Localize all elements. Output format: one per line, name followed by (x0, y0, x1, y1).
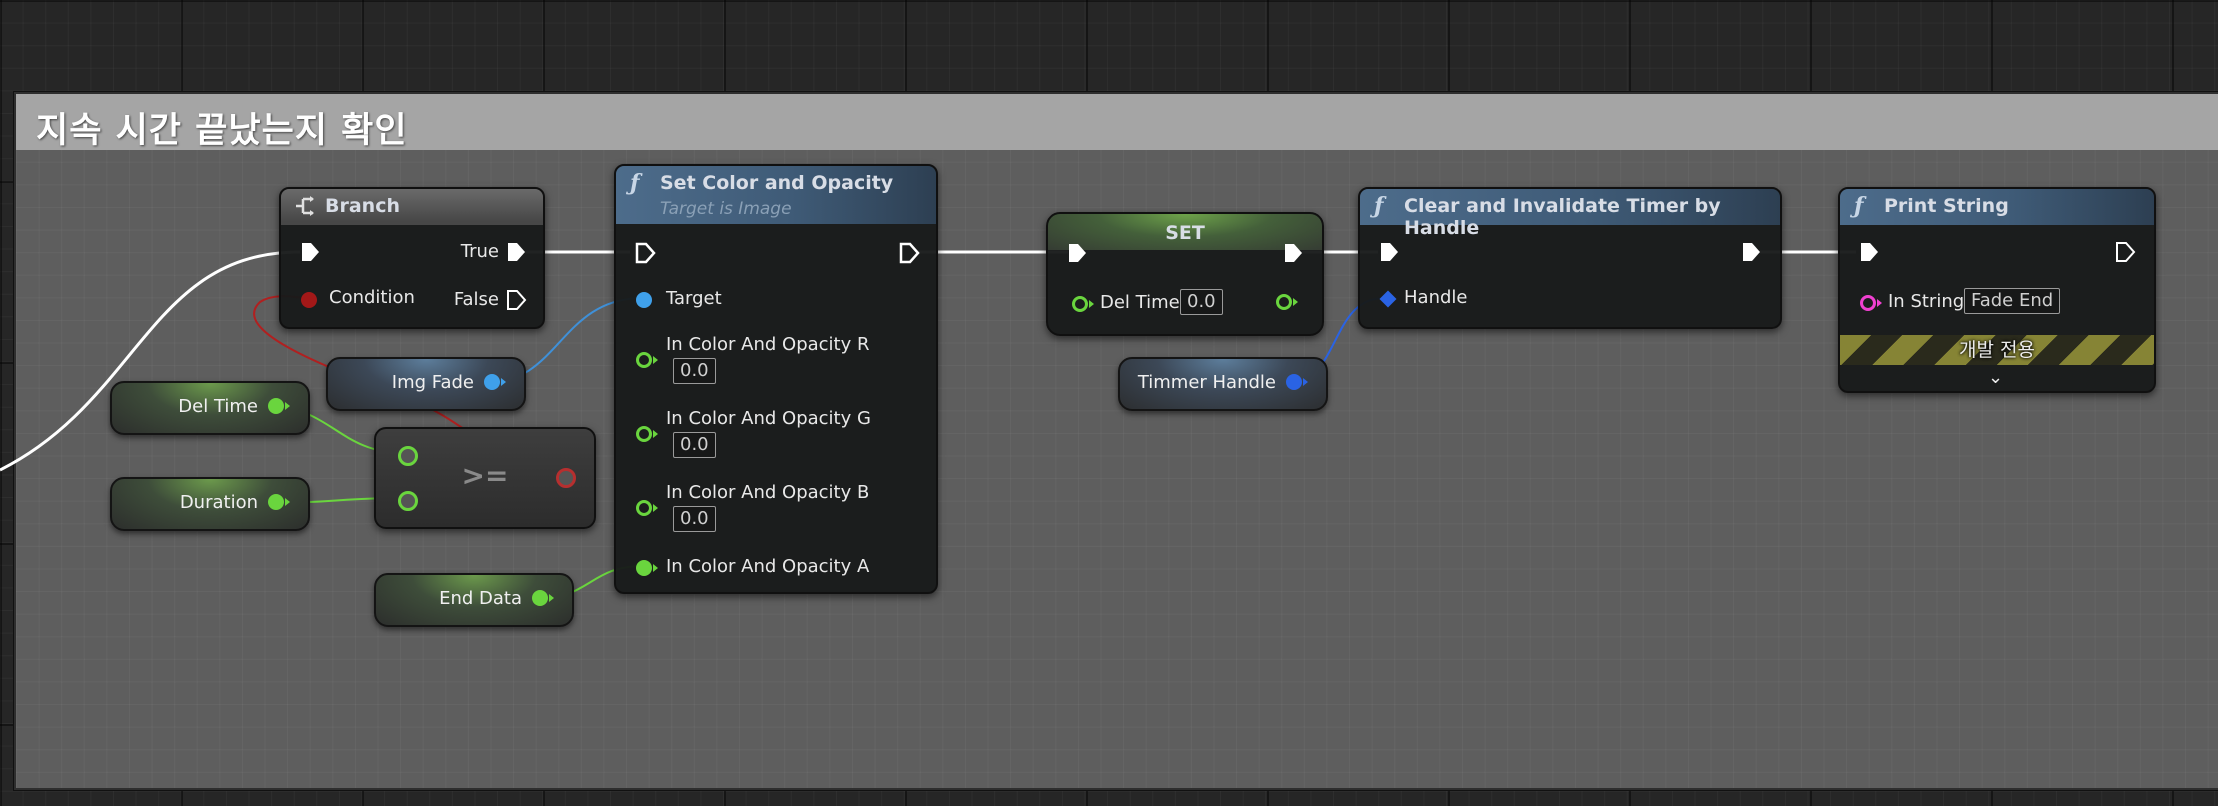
compare-node[interactable]: >= (374, 427, 596, 529)
duration-pin[interactable] (268, 494, 284, 510)
color-b-value[interactable]: 0.0 (673, 506, 716, 532)
set-header[interactable]: SET (1048, 214, 1322, 250)
expand-chevron-icon[interactable]: ⌄ (1988, 367, 2003, 388)
duration-node[interactable]: Duration (110, 477, 310, 531)
exec-in-pin[interactable] (1066, 242, 1088, 264)
function-icon: ƒ (1854, 193, 1864, 219)
timer-handle-label: Timmer Handle (1137, 372, 1276, 393)
color-r-pin[interactable] (636, 352, 652, 368)
color-g-label: In Color And Opacity G (666, 408, 871, 429)
end-data-pin[interactable] (532, 590, 548, 606)
color-g-value[interactable]: 0.0 (673, 432, 716, 458)
end-data-arrow (549, 594, 554, 602)
exec-in-pin[interactable] (1858, 241, 1880, 263)
in-string-arrow (1877, 299, 1882, 307)
condition-label: Condition (329, 287, 415, 308)
del-time-node[interactable]: Del Time (110, 381, 310, 435)
color-r-value[interactable]: 0.0 (673, 358, 716, 384)
branch-header[interactable]: Branch (281, 189, 543, 225)
comment-title[interactable]: 지속 시간 끝났는지 확인 (36, 102, 408, 153)
branch-node[interactable]: Branch True Condition False (279, 187, 545, 329)
end-data-node[interactable]: End Data (374, 573, 574, 627)
set-color-title: Set Color and Opacity (660, 172, 894, 194)
exec-in-pin[interactable] (634, 242, 656, 264)
false-label: False (453, 289, 499, 310)
del-time-label: Del Time (178, 396, 258, 417)
color-a-pin-arrow (653, 564, 658, 572)
handle-label: Handle (1404, 287, 1468, 308)
in-string-value[interactable]: Fade End (1964, 288, 2061, 314)
img-fade-pin[interactable] (484, 374, 500, 390)
del-time-in-pin[interactable] (1072, 296, 1088, 312)
compare-b-pin[interactable] (398, 491, 418, 511)
color-b-pin-arrow (653, 504, 658, 512)
exec-out-pin[interactable] (2114, 241, 2136, 263)
set-color-header[interactable]: ƒ Set Color and Opacity Target is Image (616, 166, 936, 224)
timer-handle-arrow (1303, 378, 1308, 386)
img-fade-arrow (501, 378, 506, 386)
exec-in-pin[interactable] (299, 241, 321, 263)
condition-pin[interactable] (301, 292, 317, 308)
true-label: True (460, 241, 499, 262)
exec-in-pin[interactable] (1378, 241, 1400, 263)
function-icon: ƒ (630, 170, 640, 196)
del-time-out-arrow (1293, 298, 1298, 306)
timer-handle-node[interactable]: Timmer Handle (1118, 357, 1328, 411)
branch-title: Branch (325, 195, 400, 217)
print-string-header[interactable]: ƒ Print String (1840, 189, 2154, 225)
color-b-pin[interactable] (636, 500, 652, 516)
target-label: Target (666, 288, 722, 309)
branch-icon (296, 196, 314, 216)
clear-timer-header[interactable]: ƒ Clear and Invalidate Timer by Handle (1360, 189, 1780, 239)
exec-out-pin[interactable] (1282, 242, 1304, 264)
color-a-label: In Color And Opacity A (666, 556, 870, 577)
set-variable-node[interactable]: SET Del Time 0.0 (1046, 212, 1324, 336)
img-fade-label: Img Fade (391, 372, 474, 393)
clear-timer-node[interactable]: ƒ Clear and Invalidate Timer by Handle H… (1358, 187, 1782, 329)
duration-arrow (285, 498, 290, 506)
set-color-subtitle: Target is Image (660, 199, 792, 219)
exec-out-pin[interactable] (1740, 241, 1762, 263)
color-r-label: In Color And Opacity R (666, 334, 870, 355)
set-del-time-value[interactable]: 0.0 (1180, 289, 1223, 315)
del-time-arrow (285, 402, 290, 410)
color-g-pin-arrow (653, 430, 658, 438)
color-b-label: In Color And Opacity B (666, 482, 870, 503)
color-a-pin[interactable] (636, 560, 652, 576)
del-time-out-pin[interactable] (1276, 294, 1292, 310)
img-fade-node[interactable]: Img Fade (326, 357, 526, 411)
del-time-in-arrow (1089, 300, 1094, 308)
compare-out-pin[interactable] (556, 468, 576, 488)
function-icon: ƒ (1374, 193, 1384, 219)
development-only-label: 개발 전용 (1959, 339, 2035, 361)
exec-true-pin[interactable] (505, 241, 527, 263)
del-time-pin[interactable] (268, 398, 284, 414)
print-string-title: Print String (1884, 195, 2009, 217)
handle-pin[interactable] (1379, 290, 1397, 308)
end-data-label: End Data (439, 588, 522, 609)
exec-false-pin[interactable] (505, 289, 527, 311)
print-string-node[interactable]: ƒ Print String In String Fade End 개발 전용 … (1838, 187, 2156, 393)
clear-timer-title: Clear and Invalidate Timer by Handle (1404, 195, 1721, 239)
duration-label: Duration (179, 492, 258, 513)
set-del-time-label: Del Time (1100, 292, 1180, 313)
set-title: SET (1165, 222, 1205, 244)
in-string-pin[interactable] (1860, 295, 1876, 311)
target-pin[interactable] (636, 292, 652, 308)
comment-header[interactable]: 지속 시간 끝났는지 확인 (16, 94, 2218, 153)
exec-out-pin[interactable] (898, 242, 920, 264)
in-string-label: In String (1888, 291, 1965, 312)
set-color-opacity-node[interactable]: ƒ Set Color and Opacity Target is Image … (614, 164, 938, 594)
color-r-pin-arrow (653, 356, 658, 364)
timer-handle-pin[interactable] (1286, 374, 1302, 390)
color-g-pin[interactable] (636, 426, 652, 442)
